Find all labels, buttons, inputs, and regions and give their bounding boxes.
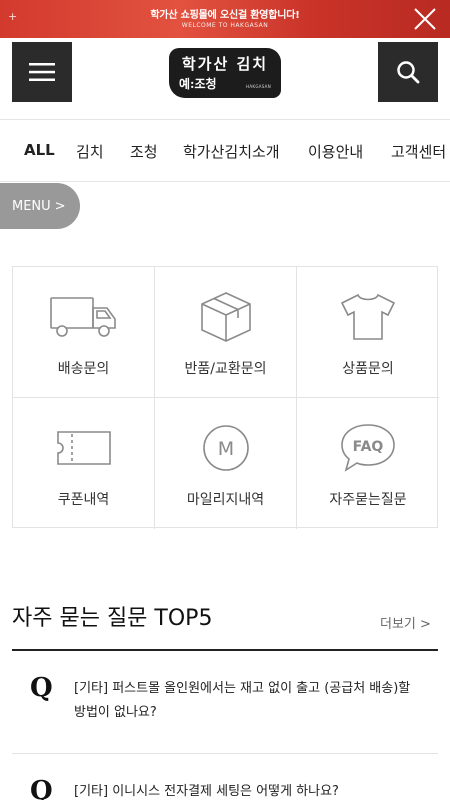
category-jocheong[interactable]: 조청 — [130, 141, 158, 162]
grid-item-faq[interactable]: FAQ 자주묻는질문 — [297, 398, 439, 529]
faq-icon: FAQ — [297, 420, 439, 476]
site-header: 학가산 김치 예:조청 HAKGASAN — [0, 38, 450, 120]
site-logo[interactable]: 학가산 김치 예:조청 HAKGASAN — [169, 48, 281, 98]
search-icon — [397, 61, 420, 84]
faq-question: [기타] 퍼스트몰 올인원에서는 재고 없이 출고 (공급처 배송)할 방법이 … — [74, 681, 411, 720]
category-all[interactable]: ALL — [24, 141, 55, 159]
q-mark: Q — [30, 776, 53, 800]
mileage-letter: M — [217, 438, 233, 460]
grid-item-shipping[interactable]: 배송문의 — [13, 267, 155, 398]
logo-tagline: HAKGASAN — [246, 84, 271, 89]
tshirt-icon — [297, 289, 439, 345]
chevron-right-icon: > — [54, 198, 66, 214]
grid-item-label: 상품문의 — [342, 361, 394, 377]
category-kimchi[interactable]: 김치 — [76, 141, 104, 162]
grid-item-coupon[interactable]: 쿠폰내역 — [13, 398, 155, 529]
category-nav: ALL 김치 조청 학가산김치소개 이용안내 고객센터 — [0, 120, 450, 182]
faq-more-label: 더보기 — [380, 617, 416, 632]
promo-subtext: WELCOME TO HAKGASAN — [181, 22, 269, 29]
grid-item-label: 자주묻는질문 — [329, 492, 407, 508]
grid-item-mileage[interactable]: M 마일리지내역 — [155, 398, 297, 529]
coupon-icon — [13, 420, 154, 476]
faq-item[interactable]: Q [기타] 이니시스 전자결제 세팅은 어떻게 하나요? — [12, 754, 438, 800]
box-icon — [155, 289, 296, 345]
chevron-right-icon: > — [420, 617, 431, 632]
faq-badge-text: FAQ — [353, 439, 384, 455]
grid-item-label: 마일리지내역 — [186, 492, 265, 508]
logo-subtitle: 예:조청 — [179, 77, 217, 91]
service-grid: 배송문의 반품/교환문의 상품문의 쿠폰내역 M 마일리지내역 FAQ 자주묻는… — [12, 266, 439, 529]
hamburger-icon — [29, 63, 55, 81]
grid-item-return[interactable]: 반품/교환문의 — [155, 267, 297, 398]
close-icon[interactable] — [406, 0, 444, 38]
grid-item-label: 쿠폰내역 — [57, 492, 110, 508]
category-about[interactable]: 학가산김치소개 — [183, 141, 280, 162]
faq-title: 자주 묻는 질문 TOP5 — [12, 606, 213, 631]
truck-icon — [13, 289, 154, 345]
logo-title: 학가산 김치 — [181, 55, 269, 73]
search-button[interactable] — [378, 42, 438, 102]
faq-question: [기타] 이니시스 전자결제 세팅은 어떻게 하나요? — [74, 784, 339, 799]
grid-item-label: 반품/교환문의 — [184, 361, 267, 377]
menu-toggle-button[interactable]: MENU > — [0, 183, 80, 229]
mileage-icon: M — [155, 420, 296, 476]
category-customer-center[interactable]: 고객센터 — [391, 141, 446, 162]
hamburger-menu-button[interactable] — [12, 42, 72, 102]
promo-text: 학가산 쇼핑몰에 오신걸 환영합니다! — [150, 10, 300, 21]
menu-label: MENU — [12, 198, 51, 214]
grid-item-product[interactable]: 상품문의 — [297, 267, 439, 398]
promo-banner[interactable]: + 학가산 쇼핑몰에 오신걸 환영합니다! WELCOME TO HAKGASA… — [0, 0, 450, 38]
grid-item-label: 배송문의 — [57, 361, 110, 377]
faq-item[interactable]: Q [기타] 퍼스트몰 올인원에서는 재고 없이 출고 (공급처 배송)할 방법… — [12, 651, 438, 754]
faq-more-link[interactable]: 더보기 > — [380, 613, 431, 632]
q-mark: Q — [30, 673, 53, 703]
category-guide[interactable]: 이용안내 — [308, 141, 363, 162]
